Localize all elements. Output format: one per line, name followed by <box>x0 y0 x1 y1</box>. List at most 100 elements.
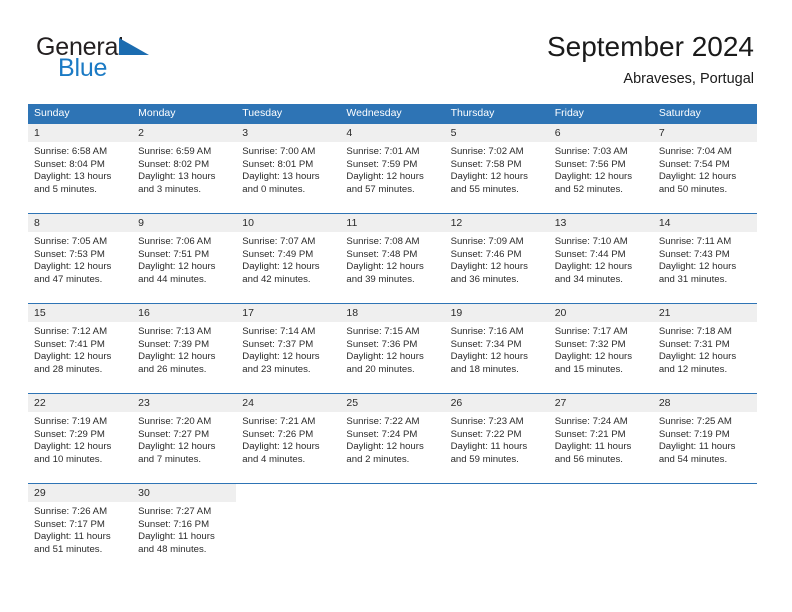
daylight-text: Daylight: 12 hours and 2 minutes. <box>346 441 424 465</box>
day-info: Sunrise: 7:03 AM Sunset: 7:56 PM Dayligh… <box>549 142 653 196</box>
daylight-text: Daylight: 11 hours and 59 minutes. <box>450 441 528 465</box>
logo-text-blue: Blue <box>58 54 108 82</box>
day-cell[interactable]: 28 Sunrise: 7:25 AM Sunset: 7:19 PM Dayl… <box>652 394 757 483</box>
week-row: 8 Sunrise: 7:05 AM Sunset: 7:53 PM Dayli… <box>28 213 757 303</box>
sunrise-text: Sunrise: 6:58 AM <box>34 146 108 157</box>
sunset-text: Sunset: 7:29 PM <box>34 428 105 440</box>
sunset-text: Sunset: 7:59 PM <box>346 158 418 170</box>
day-cell[interactable]: 16 Sunrise: 7:13 AM Sunset: 7:39 PM Dayl… <box>132 304 237 393</box>
sunrise-text: Sunrise: 7:00 AM <box>242 146 316 157</box>
day-cell-empty <box>444 484 549 573</box>
day-cell[interactable]: 24 Sunrise: 7:21 AM Sunset: 7:26 PM Dayl… <box>236 394 341 483</box>
daylight-text: Daylight: 12 hours and 42 minutes. <box>242 261 320 285</box>
day-cell[interactable]: 14 Sunrise: 7:11 AM Sunset: 7:43 PM Dayl… <box>652 214 757 303</box>
day-cell[interactable]: 25 Sunrise: 7:22 AM Sunset: 7:24 PM Dayl… <box>340 394 445 483</box>
day-cell[interactable]: 4 Sunrise: 7:01 AM Sunset: 7:59 PM Dayli… <box>340 124 445 213</box>
day-cell[interactable]: 3 Sunrise: 7:00 AM Sunset: 8:01 PM Dayli… <box>236 124 341 213</box>
day-cell[interactable]: 1 Sunrise: 6:58 AM Sunset: 8:04 PM Dayli… <box>28 124 133 213</box>
daylight-text: Daylight: 12 hours and 31 minutes. <box>658 261 737 285</box>
daylight-text: Daylight: 12 hours and 57 minutes. <box>346 171 424 195</box>
sunrise-text: Sunrise: 7:12 AM <box>34 326 108 337</box>
day-info: Sunrise: 6:58 AM Sunset: 8:04 PM Dayligh… <box>28 142 132 196</box>
sunset-text: Sunset: 7:17 PM <box>34 518 105 530</box>
sunrise-text: Sunrise: 7:23 AM <box>450 416 524 427</box>
day-number: 3 <box>236 124 341 142</box>
generalblue-logo[interactable]: General Blue <box>36 33 206 83</box>
sunset-text: Sunset: 7:53 PM <box>34 248 105 260</box>
calendar-grid: Sunday Monday Tuesday Wednesday Thursday… <box>28 104 757 573</box>
day-cell[interactable]: 30 Sunrise: 7:27 AM Sunset: 7:16 PM Dayl… <box>132 484 237 573</box>
day-cell[interactable]: 13 Sunrise: 7:10 AM Sunset: 7:44 PM Dayl… <box>548 214 653 303</box>
day-cell[interactable]: 29 Sunrise: 7:26 AM Sunset: 7:17 PM Dayl… <box>28 484 133 573</box>
week-row: 22 Sunrise: 7:19 AM Sunset: 7:29 PM Dayl… <box>28 393 757 483</box>
day-cell[interactable]: 5 Sunrise: 7:02 AM Sunset: 7:58 PM Dayli… <box>444 124 549 213</box>
sunrise-text: Sunrise: 7:21 AM <box>242 416 316 427</box>
sunrise-text: Sunrise: 7:01 AM <box>346 146 420 157</box>
day-number: 2 <box>132 124 237 142</box>
daylight-text: Daylight: 12 hours and 23 minutes. <box>242 351 320 375</box>
weekday-header-sunday: Sunday <box>34 107 70 119</box>
weekday-header-friday: Friday <box>554 107 584 119</box>
day-cell[interactable]: 22 Sunrise: 7:19 AM Sunset: 7:29 PM Dayl… <box>28 394 133 483</box>
day-cell[interactable]: 23 Sunrise: 7:20 AM Sunset: 7:27 PM Dayl… <box>132 394 237 483</box>
day-cell[interactable]: 15 Sunrise: 7:12 AM Sunset: 7:41 PM Dayl… <box>28 304 133 393</box>
day-info: Sunrise: 7:11 AM Sunset: 7:43 PM Dayligh… <box>653 232 757 286</box>
daylight-text: Daylight: 12 hours and 7 minutes. <box>138 441 216 465</box>
day-info: Sunrise: 7:09 AM Sunset: 7:46 PM Dayligh… <box>445 232 549 286</box>
day-info: Sunrise: 7:14 AM Sunset: 7:37 PM Dayligh… <box>236 322 340 376</box>
daylight-text: Daylight: 13 hours and 0 minutes. <box>242 171 320 195</box>
day-cell[interactable]: 7 Sunrise: 7:04 AM Sunset: 7:54 PM Dayli… <box>652 124 757 213</box>
page-header: General Blue September 2024 Abraveses, P… <box>0 0 792 100</box>
day-info: Sunrise: 7:25 AM Sunset: 7:19 PM Dayligh… <box>653 412 757 466</box>
day-info: Sunrise: 7:06 AM Sunset: 7:51 PM Dayligh… <box>132 232 236 286</box>
day-number: 29 <box>28 484 133 502</box>
day-number: 30 <box>132 484 237 502</box>
day-number <box>340 484 445 502</box>
daylight-text: Daylight: 12 hours and 39 minutes. <box>346 261 424 285</box>
sunset-text: Sunset: 7:58 PM <box>450 158 522 170</box>
day-cell[interactable]: 11 Sunrise: 7:08 AM Sunset: 7:48 PM Dayl… <box>340 214 445 303</box>
sunrise-text: Sunrise: 7:07 AM <box>242 236 316 247</box>
day-cell[interactable]: 21 Sunrise: 7:18 AM Sunset: 7:31 PM Dayl… <box>652 304 757 393</box>
day-cell[interactable]: 26 Sunrise: 7:23 AM Sunset: 7:22 PM Dayl… <box>444 394 549 483</box>
daylight-text: Daylight: 12 hours and 55 minutes. <box>450 171 528 195</box>
sunrise-text: Sunrise: 7:18 AM <box>658 326 732 337</box>
weekday-header-monday: Monday <box>138 107 176 119</box>
sunrise-text: Sunrise: 7:26 AM <box>34 506 108 517</box>
daylight-text: Daylight: 12 hours and 18 minutes. <box>450 351 528 375</box>
day-cell-empty <box>548 484 653 573</box>
day-number: 14 <box>652 214 757 232</box>
day-cell[interactable]: 8 Sunrise: 7:05 AM Sunset: 7:53 PM Dayli… <box>28 214 133 303</box>
day-number: 11 <box>340 214 445 232</box>
sunrise-text: Sunrise: 7:10 AM <box>554 236 628 247</box>
day-info: Sunrise: 7:07 AM Sunset: 7:49 PM Dayligh… <box>236 232 340 286</box>
day-cell[interactable]: 19 Sunrise: 7:16 AM Sunset: 7:34 PM Dayl… <box>444 304 549 393</box>
day-cell[interactable]: 10 Sunrise: 7:07 AM Sunset: 7:49 PM Dayl… <box>236 214 341 303</box>
day-info: Sunrise: 7:27 AM Sunset: 7:16 PM Dayligh… <box>132 502 236 556</box>
day-cell[interactable]: 18 Sunrise: 7:15 AM Sunset: 7:36 PM Dayl… <box>340 304 445 393</box>
day-cell-empty <box>340 484 445 573</box>
day-cell[interactable]: 9 Sunrise: 7:06 AM Sunset: 7:51 PM Dayli… <box>132 214 237 303</box>
day-cell[interactable]: 2 Sunrise: 6:59 AM Sunset: 8:02 PM Dayli… <box>132 124 237 213</box>
sunrise-text: Sunrise: 6:59 AM <box>138 146 212 157</box>
sunrise-text: Sunrise: 7:08 AM <box>346 236 420 247</box>
sunrise-text: Sunrise: 7:15 AM <box>346 326 420 337</box>
day-cell[interactable]: 17 Sunrise: 7:14 AM Sunset: 7:37 PM Dayl… <box>236 304 341 393</box>
day-cell[interactable]: 6 Sunrise: 7:03 AM Sunset: 7:56 PM Dayli… <box>548 124 653 213</box>
day-number <box>444 484 549 502</box>
day-number: 5 <box>444 124 549 142</box>
day-cell[interactable]: 27 Sunrise: 7:24 AM Sunset: 7:21 PM Dayl… <box>548 394 653 483</box>
daylight-text: Daylight: 12 hours and 15 minutes. <box>554 351 633 375</box>
sunset-text: Sunset: 7:22 PM <box>450 428 522 440</box>
sunset-text: Sunset: 8:04 PM <box>34 158 105 170</box>
sunset-text: Sunset: 8:02 PM <box>138 158 210 170</box>
day-cell[interactable]: 20 Sunrise: 7:17 AM Sunset: 7:32 PM Dayl… <box>548 304 653 393</box>
sunset-text: Sunset: 7:24 PM <box>346 428 418 440</box>
sunrise-text: Sunrise: 7:04 AM <box>658 146 732 157</box>
sunrise-text: Sunrise: 7:03 AM <box>554 146 628 157</box>
sunrise-text: Sunrise: 7:24 AM <box>554 416 628 427</box>
day-cell[interactable]: 12 Sunrise: 7:09 AM Sunset: 7:46 PM Dayl… <box>444 214 549 303</box>
daylight-text: Daylight: 12 hours and 52 minutes. <box>554 171 633 195</box>
sunset-text: Sunset: 7:21 PM <box>554 428 626 440</box>
daylight-text: Daylight: 12 hours and 36 minutes. <box>450 261 528 285</box>
